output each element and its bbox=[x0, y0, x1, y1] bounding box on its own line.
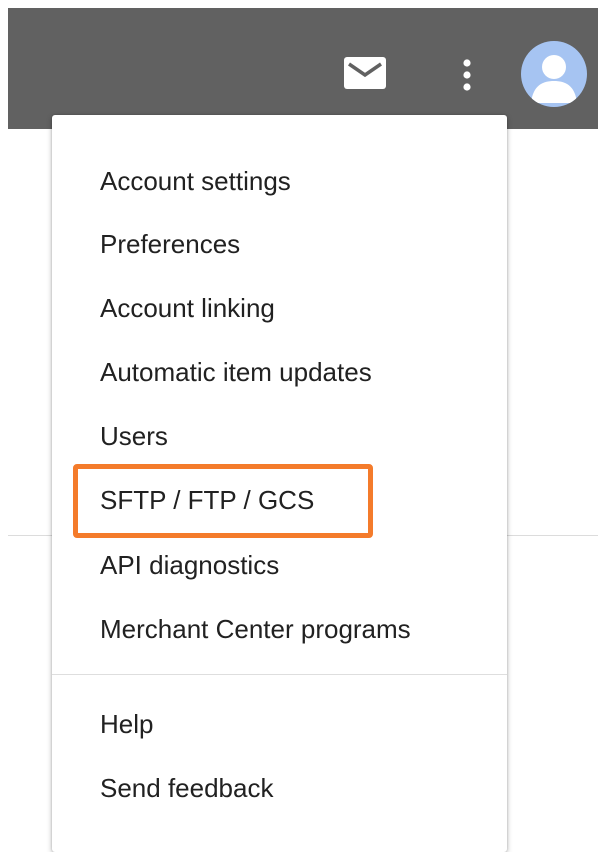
menu-item-help[interactable]: Help bbox=[52, 696, 507, 752]
menu-item-account-settings[interactable]: Account settings bbox=[52, 153, 507, 209]
account-avatar-icon bbox=[531, 55, 577, 103]
menu-item-send-feedback[interactable]: Send feedback bbox=[52, 760, 507, 816]
menu-item-sftp-ftp-gcs[interactable]: SFTP / FTP / GCS bbox=[52, 472, 507, 528]
menu-item-merchant-center-programs[interactable]: Merchant Center programs bbox=[52, 601, 507, 657]
menu-item-api-diagnostics[interactable]: API diagnostics bbox=[52, 537, 507, 593]
menu-divider bbox=[52, 674, 507, 675]
account-avatar-button[interactable] bbox=[521, 41, 587, 107]
menu-item-automatic-item-updates[interactable]: Automatic item updates bbox=[52, 344, 507, 400]
account-dropdown-menu: Account settings Preferences Account lin… bbox=[52, 115, 507, 852]
menu-item-preferences[interactable]: Preferences bbox=[52, 216, 507, 272]
top-app-bar bbox=[8, 8, 598, 129]
mail-icon bbox=[344, 57, 386, 89]
more-vert-icon bbox=[463, 59, 471, 91]
menu-item-account-linking[interactable]: Account linking bbox=[52, 280, 507, 336]
menu-item-users[interactable]: Users bbox=[52, 408, 507, 464]
more-options-button[interactable] bbox=[445, 53, 489, 97]
notifications-button[interactable] bbox=[341, 53, 389, 93]
